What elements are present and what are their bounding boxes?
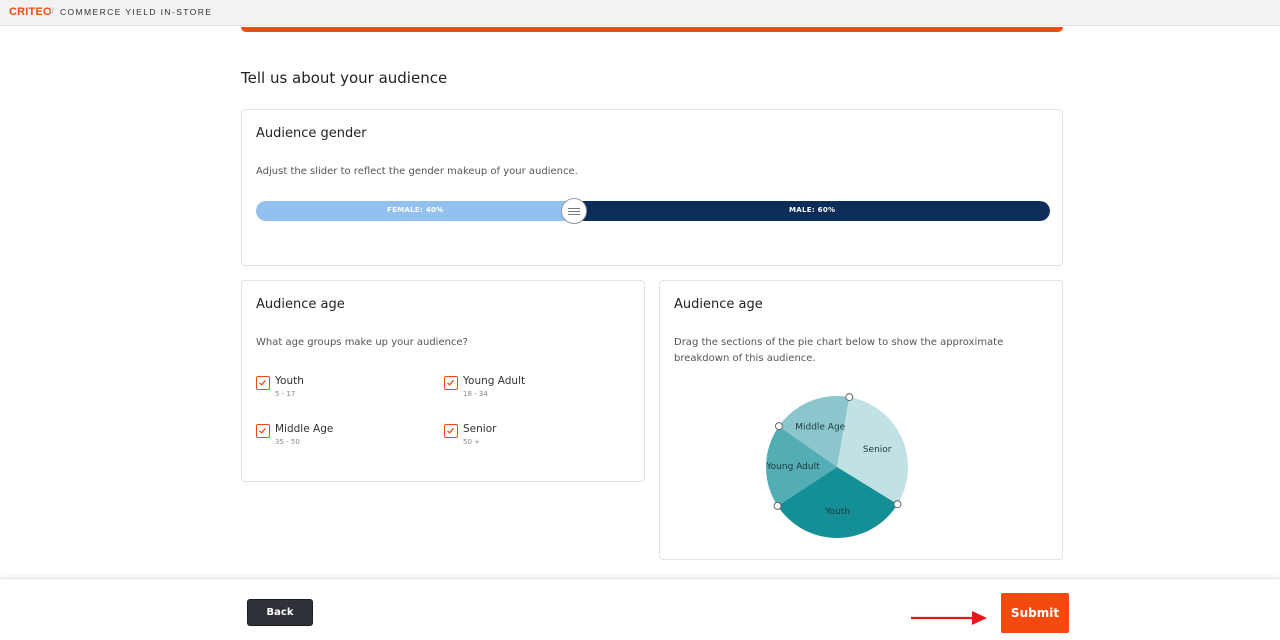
- pie-label: Young Adult: [765, 462, 820, 472]
- age-range: 18 - 34: [463, 390, 488, 398]
- pie-label: Middle Age: [795, 422, 845, 432]
- footer-bar: Back Submit: [0, 578, 1280, 640]
- age-name: Youth: [275, 375, 304, 387]
- age-range: 50 +: [463, 438, 480, 446]
- arrow-right-icon: [911, 611, 987, 625]
- pie-label: Senior: [863, 445, 892, 455]
- progress-strip: [241, 27, 1063, 32]
- pie-label: Youth: [824, 507, 850, 517]
- header-separator: //: [49, 6, 55, 16]
- product-name: COMMERCE YIELD IN-STORE: [60, 7, 213, 17]
- top-bar: CRITEO // COMMERCE YIELD IN-STORE: [0, 0, 1280, 26]
- audience-gender-card: Audience gender Adjust the slider to ref…: [241, 109, 1063, 266]
- pie-drag-handle[interactable]: [845, 393, 854, 402]
- audience-age-card: Audience age What age groups make up you…: [241, 280, 645, 482]
- age-name: Middle Age: [275, 423, 334, 435]
- middle-age-checkbox[interactable]: [256, 424, 270, 438]
- age-name: Senior: [463, 423, 497, 435]
- young-adult-checkbox[interactable]: [444, 376, 458, 390]
- page-heading: Tell us about your audience: [241, 69, 448, 87]
- male-segment[interactable]: MALE: 60%: [574, 201, 1050, 221]
- age-name: Young Adult: [463, 375, 526, 387]
- gender-slider-track[interactable]: FEMALE: 40% MALE: 60%: [256, 201, 1050, 221]
- age-range: 5 - 17: [275, 390, 296, 398]
- age-range: 35 - 50: [275, 438, 300, 446]
- pie-drag-handle[interactable]: [774, 422, 783, 431]
- submit-button[interactable]: Submit: [1001, 593, 1069, 633]
- criteo-logo[interactable]: CRITEO: [9, 6, 52, 18]
- pie-drag-handle[interactable]: [773, 501, 782, 510]
- check-icon: [259, 427, 266, 434]
- male-label: MALE: 60%: [789, 206, 836, 214]
- age-breakdown-card: Audience age Drag the sections of the pi…: [659, 280, 1063, 560]
- youth-checkbox[interactable]: [256, 376, 270, 390]
- check-icon: [447, 379, 454, 386]
- female-segment[interactable]: FEMALE: 40%: [256, 201, 574, 221]
- senior-checkbox[interactable]: [444, 424, 458, 438]
- check-icon: [259, 379, 266, 386]
- gender-slider-handle[interactable]: [561, 198, 587, 224]
- check-icon: [447, 427, 454, 434]
- age-card-title: Audience age: [256, 297, 345, 312]
- pie-drag-handle[interactable]: [893, 500, 902, 509]
- back-button[interactable]: Back: [247, 599, 313, 626]
- age-card-question: What age groups make up your audience?: [256, 337, 468, 348]
- gender-card-description: Adjust the slider to reflect the gender …: [256, 166, 578, 177]
- female-label: FEMALE: 40%: [387, 206, 444, 214]
- age-pie-chart[interactable]: Senior Youth Young Adult Middle Age: [660, 281, 1064, 561]
- gender-card-title: Audience gender: [256, 126, 367, 141]
